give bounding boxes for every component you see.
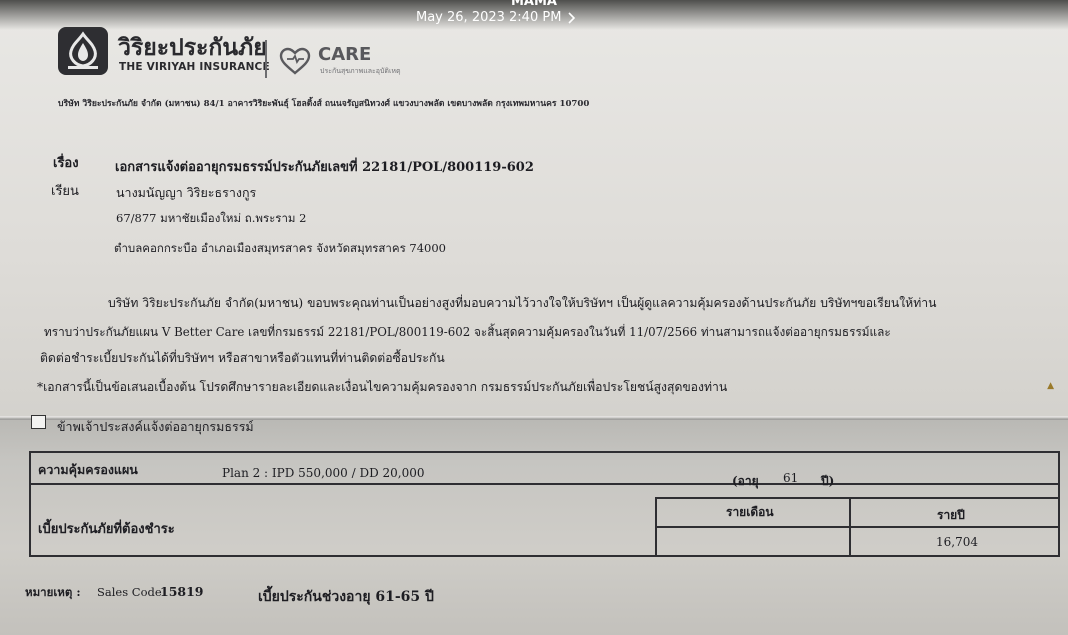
age-label: (อายุ: [732, 474, 759, 488]
pen-mark: ▲: [1047, 381, 1054, 391]
recipient-address-line-2: ตำบลคอกกระบือ อำเภอเมืองสมุทรสาคร จังหวั…: [114, 241, 446, 255]
renewal-checkbox[interactable]: [31, 415, 46, 429]
photo-album-title: MAMA: [511, 0, 557, 9]
to-label: เรียน: [51, 184, 79, 199]
age-unit: ปี): [821, 474, 835, 488]
chevron-right-icon: [568, 11, 576, 24]
photo-date-link[interactable]: May 26, 2023 2:40 PM: [416, 10, 576, 25]
sales-code-value: 15819: [160, 584, 204, 599]
logo-english-text: THE VIRIYAH INSURANCE: [119, 61, 270, 73]
heart-icon: [278, 47, 312, 79]
premium-age-range: เบี้ยประกันช่วงอายุ 61-65 ปี: [258, 589, 434, 605]
body-paragraph-line-3: ติดต่อชำระเบี้ยประกันได้ที่บริษัทฯ หรือส…: [40, 351, 445, 365]
care-subtitle: ประกันสุขภาพและอุบัติเหตุ: [320, 67, 401, 75]
premium-label: เบี้ยประกันภัยที่ต้องชำระ: [38, 522, 175, 537]
subject-text: เอกสารแจ้งต่ออายุกรมธรรม์ประกันภัยเลขที่…: [115, 160, 534, 175]
company-address: บริษัท วิริยะประกันภัย จำกัด (มหาชน) 84/…: [58, 99, 590, 109]
recipient-address-line-1: 67/877 มหาชัยเมืองใหม่ ถ.พระราม 2: [116, 211, 307, 225]
subject-label: เรื่อง: [53, 156, 79, 171]
body-paragraph-line-1: บริษัท วิริยะประกันภัย จำกัด(มหาชน) ขอบพ…: [108, 296, 937, 310]
logo-divider: [265, 40, 267, 78]
col-header-yearly: รายปี: [937, 508, 965, 522]
remark-label: หมายเหตุ :: [25, 585, 81, 599]
premium-table: ความคุ้มครองแผน Plan 2 : IPD 550,000 / D…: [29, 451, 1060, 558]
recipient-name: นางมนัญญา วิริยะธรางกูร: [116, 185, 257, 200]
age-value: 61: [783, 471, 799, 485]
col-header-monthly: รายเดือน: [726, 505, 774, 519]
document-photo: วิริยะประกันภัย THE VIRIYAH INSURANCE CA…: [0, 0, 1068, 635]
yearly-premium-value: 16,704: [936, 535, 978, 549]
disclaimer-note: *เอกสารนี้เป็นข้อเสนอเบื้องต้น โปรดศึกษา…: [37, 380, 728, 394]
renewal-checkbox-label: ข้าพเจ้าประสงค์แจ้งต่ออายุกรมธรรม์: [57, 419, 254, 434]
sales-code-label: Sales Code: [97, 585, 162, 599]
plan-label: ความคุ้มครองแผน: [38, 462, 138, 477]
body-paragraph-line-2: ทราบว่าประกันภัยแผน V Better Care เลขที่…: [44, 325, 891, 339]
plan-value: Plan 2 : IPD 550,000 / DD 20,000: [222, 466, 425, 480]
viriyah-logo-icon: [58, 27, 108, 75]
photo-date-text: May 26, 2023 2:40 PM: [416, 10, 562, 25]
care-brand: CARE: [318, 44, 372, 65]
